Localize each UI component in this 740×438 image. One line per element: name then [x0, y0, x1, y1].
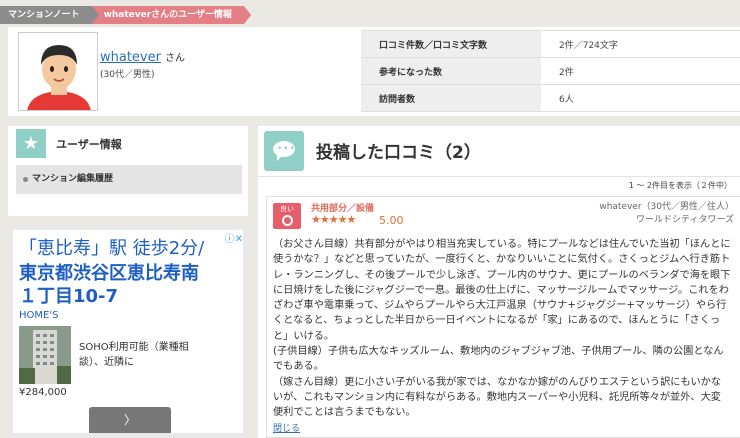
- author-info: whatever（30代／男性／住人）: [599, 202, 734, 212]
- review-paragraph: （嫁さん目線）更に小さい子がいる我が家では、なかなか嫁がのんびりエステという訳に…: [273, 376, 722, 419]
- sidebar-item-edit-history[interactable]: マンション編集履歴: [16, 165, 242, 194]
- close-link[interactable]: 閉じる: [273, 421, 300, 434]
- user-name-link[interactable]: whatever: [100, 50, 161, 65]
- ad-description[interactable]: SOHO利用可能（業種相談）、近隣に: [79, 340, 209, 370]
- stat-label: 口コミ件数／口コミ文字数: [361, 30, 541, 58]
- breadcrumb-item-current: whateverさんのユーザー情報: [91, 6, 252, 24]
- ad-headline-station[interactable]: 「恵比寿」駅 徒歩2分/: [19, 234, 204, 260]
- honorific: さん: [164, 53, 185, 64]
- ad-next-button[interactable]: 〉: [89, 407, 171, 433]
- review-card: 良い 共用部分／設備 ★★★★★ 5.00 whatever（30代／男性／住人…: [266, 196, 740, 438]
- breadcrumb: マンションノート whateverさんのユーザー情報: [0, 6, 252, 24]
- review-paragraph: （お父さん目線）共有部分がやはり相当充実している。特にプールなどは住んでいた当初…: [273, 239, 731, 342]
- circle-icon: [281, 215, 293, 226]
- ad-brand[interactable]: HOME'S: [19, 310, 58, 321]
- stat-value: 6人: [541, 84, 740, 112]
- result-count: 1 〜 2件目を表示（２件中）: [628, 181, 732, 190]
- review-text: （お父さん目線）共有部分がやはり相当充実している。特にプールなどは住んでいた当初…: [273, 237, 731, 421]
- sidebar-title: ユーザー情報: [56, 138, 122, 151]
- ad-building-image[interactable]: [19, 326, 71, 384]
- ad-price[interactable]: ¥284,000: [19, 387, 67, 398]
- stat-label: 参考になった数: [361, 57, 541, 85]
- table-row: 口コミ件数／口コミ文字数 2件／724文字: [361, 30, 740, 58]
- profile-card: whatever さん (30代／男性) 口コミ件数／口コミ文字数 2件／724文…: [8, 27, 740, 116]
- review-author: whatever（30代／男性／住人） ワールドシティタワーズ: [599, 201, 734, 227]
- advertisement[interactable]: ⓘ✕ 「恵比寿」駅 徒歩2分/ 東京都渋谷区恵比寿南 １丁目10-7 HOME'…: [8, 225, 248, 438]
- user-name: whatever さん: [100, 49, 185, 65]
- avatar: [18, 32, 98, 111]
- stat-value: 2件／724文字: [541, 30, 740, 58]
- sidebar-user-info: ★ ユーザー情報 マンション編集履歴: [8, 126, 248, 216]
- user-stats-table: 口コミ件数／口コミ文字数 2件／724文字 参考になった数 2件 訪問者数 6人: [361, 30, 740, 112]
- page-title: 投稿した口コミ（2）: [316, 143, 481, 163]
- table-row: 参考になった数 2件: [361, 57, 740, 85]
- speech-bubble-icon: •••: [264, 131, 304, 171]
- star-icon: ★: [16, 129, 46, 158]
- property-name[interactable]: ワールドシティタワーズ: [599, 214, 734, 227]
- ad-headline-block[interactable]: １丁目10-7: [19, 282, 118, 308]
- star-rating-icon: ★★★★★: [311, 213, 356, 226]
- good-badge: 良い: [273, 203, 301, 229]
- divider: [258, 176, 740, 177]
- ad-choices-close-icon[interactable]: ⓘ✕: [225, 230, 243, 245]
- stat-value: 2件: [541, 57, 740, 85]
- breadcrumb-item-home[interactable]: マンションノート: [0, 6, 99, 24]
- building-photo-icon: [19, 326, 71, 384]
- stat-label: 訪問者数: [361, 84, 541, 112]
- reviews-panel: ••• 投稿した口コミ（2） 1 〜 2件目を表示（２件中） 良い 共用部分／設…: [258, 126, 740, 438]
- avatar-illustration-icon: [19, 33, 97, 110]
- rating-score: 5.00: [379, 214, 404, 227]
- badge-label: 良い: [280, 205, 294, 213]
- review-paragraph: (子供目線）子供も広大なキッズルーム、敷地内のジャブジャブ池、子供用プール、隣の…: [273, 346, 724, 373]
- user-demographic: (30代／男性): [100, 70, 155, 80]
- table-row: 訪問者数 6人: [361, 84, 740, 112]
